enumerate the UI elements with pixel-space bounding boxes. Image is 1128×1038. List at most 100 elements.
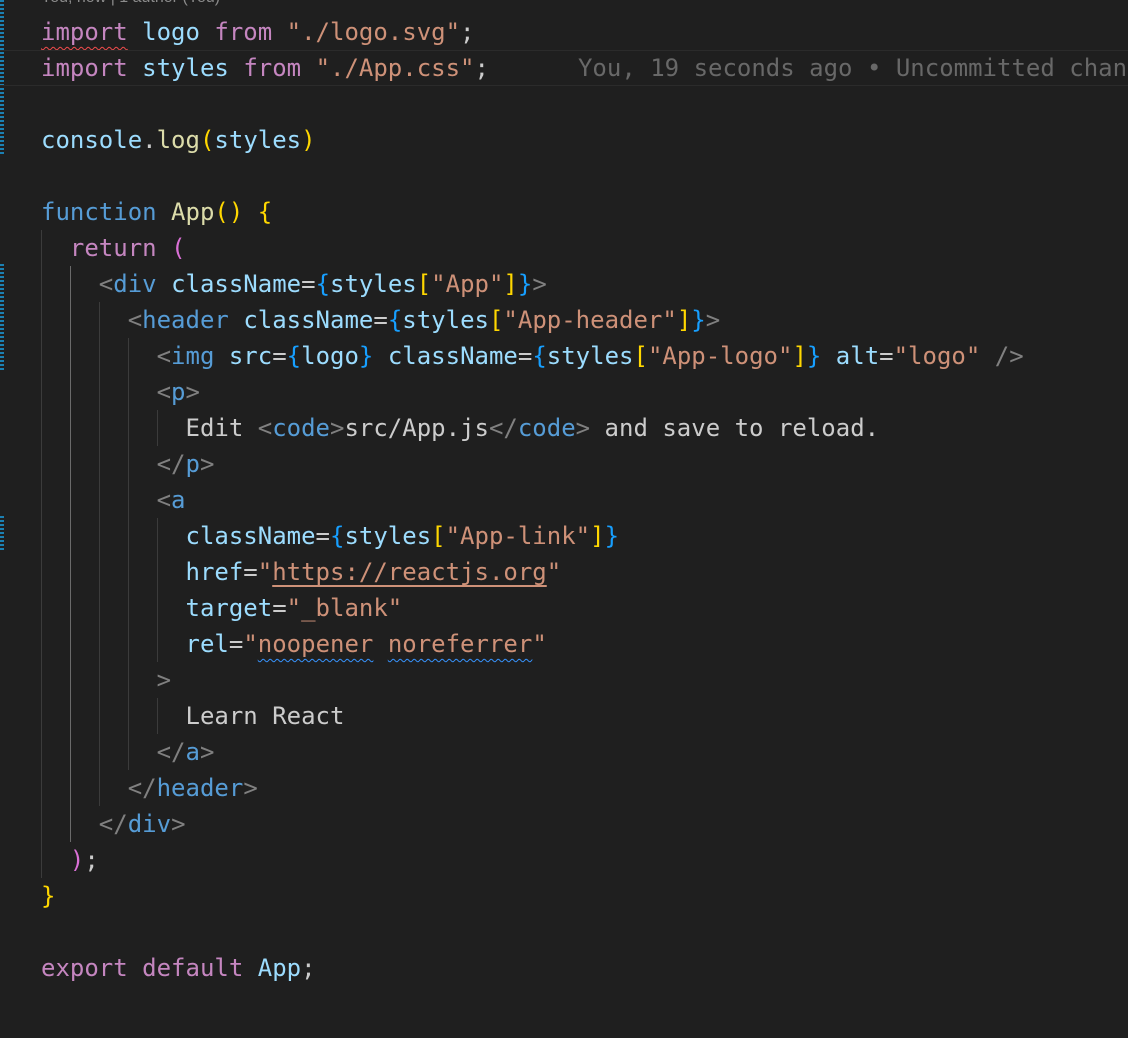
tag-name: header <box>142 306 229 334</box>
jsx-text: Learn React <box>185 702 345 730</box>
tag-name: div <box>113 270 157 298</box>
code-line-14[interactable]: <a <box>0 482 1128 518</box>
string: " <box>257 558 273 586</box>
attribute-name: src <box>228 342 273 370</box>
string: " <box>243 630 258 658</box>
code-line-16[interactable]: href="https://reactjs.org" <box>0 554 1128 590</box>
code-line-10[interactable]: <img src={logo} className={styles["App-l… <box>0 338 1128 374</box>
operator: = <box>373 306 388 334</box>
operator: = <box>879 342 894 370</box>
string: "logo" <box>893 342 981 370</box>
punctuation: ; <box>474 54 489 82</box>
tag-bracket: </ <box>488 414 518 442</box>
tag-bracket: /> <box>994 342 1024 370</box>
punctuation: ; <box>84 846 99 874</box>
identifier: styles <box>142 54 229 82</box>
git-blame-annotation[interactable]: You, 19 seconds ago • Uncommitted change… <box>578 54 1128 82</box>
code-line-15[interactable]: className={styles["App-link"]} <box>0 518 1128 554</box>
jsx-text: Edit <box>185 414 258 442</box>
code-line-24[interactable]: ); <box>0 842 1128 878</box>
code-line-11[interactable]: <p> <box>0 374 1128 410</box>
code-line-22[interactable]: </header> <box>0 770 1128 806</box>
tag-bracket: < <box>127 306 143 334</box>
bracket: ] <box>590 522 605 550</box>
bracket: } <box>806 342 822 370</box>
identifier: logo <box>142 18 200 46</box>
bracket: ] <box>503 270 518 298</box>
bracket: } <box>691 306 706 334</box>
code-line-21[interactable]: </a> <box>0 734 1128 770</box>
bracket: { <box>315 270 331 298</box>
bracket: } <box>517 270 533 298</box>
code-line-7[interactable]: return ( <box>0 230 1128 266</box>
attribute-name: className <box>171 270 302 298</box>
code-line-9[interactable]: <header className={styles["App-header"]}… <box>0 302 1128 338</box>
keyword: from <box>214 18 273 46</box>
code-line-13[interactable]: </p> <box>0 446 1128 482</box>
punctuation: ; <box>301 954 316 982</box>
tag-name: code <box>517 414 576 442</box>
tag-name: code <box>272 414 330 442</box>
code-line-27[interactable]: export default App; <box>0 950 1128 986</box>
tag-bracket: > <box>575 414 591 442</box>
bracket: ] <box>676 306 692 334</box>
operator: = <box>243 558 258 586</box>
keyword: export <box>41 954 128 982</box>
attribute-name: target <box>185 594 273 622</box>
tag-bracket: </ <box>98 810 128 838</box>
code-line-17[interactable]: target="_blank" <box>0 590 1128 626</box>
keyword: import <box>41 54 128 82</box>
identifier: styles <box>402 306 489 334</box>
code-line-20[interactable]: Learn React <box>0 698 1128 734</box>
tag-bracket: < <box>156 486 172 514</box>
string: "App-header" <box>503 306 677 334</box>
code-line-23[interactable]: </div> <box>0 806 1128 842</box>
function-name: App <box>171 198 215 226</box>
spelling-squiggle[interactable]: noopener <box>258 630 374 658</box>
string: " <box>532 630 547 658</box>
bracket: [ <box>416 270 432 298</box>
operator: = <box>272 342 287 370</box>
tag-bracket: < <box>257 414 273 442</box>
code-line-6[interactable]: function App() { <box>0 194 1128 230</box>
function-name: log <box>156 126 200 154</box>
tag-bracket: </ <box>156 450 186 478</box>
code-line-25[interactable]: } <box>0 878 1128 914</box>
bracket: { <box>257 198 273 226</box>
code-line-1[interactable]: import logo from "./logo.svg"; <box>0 14 1128 50</box>
bracket: { <box>387 306 403 334</box>
keyword: return <box>69 234 157 262</box>
bracket: { <box>532 342 547 370</box>
identifier: styles <box>546 342 634 370</box>
bracket: { <box>286 342 302 370</box>
spelling-squiggle[interactable]: noreferrer <box>388 630 533 658</box>
attribute-name: rel <box>185 630 229 658</box>
code-line-18[interactable]: rel="noopener noreferrer" <box>0 626 1128 662</box>
git-codelens[interactable]: You, now | 1 author (You) <box>41 0 220 8</box>
bracket: ) <box>301 126 316 154</box>
tag-bracket: < <box>156 378 172 406</box>
bracket: { <box>330 522 345 550</box>
url-link[interactable]: https://reactjs.org <box>272 558 547 586</box>
code-line-2-current[interactable]: import styles from "./App.css"; You, 19 s… <box>0 50 1128 86</box>
tag-bracket: > <box>185 378 200 406</box>
tag-name: img <box>171 342 215 370</box>
tag-bracket: > <box>532 270 547 298</box>
string: "App-link" <box>445 522 591 550</box>
identifier: styles <box>214 126 302 154</box>
tag-bracket: > <box>156 666 172 694</box>
code-line-19[interactable]: > <box>0 662 1128 698</box>
attribute-name: alt <box>835 342 880 370</box>
tag-bracket: < <box>156 342 172 370</box>
code-line-8[interactable]: <div className={styles["App"]}> <box>0 266 1128 302</box>
string: "./App.css" <box>315 54 475 82</box>
code-editor[interactable]: You, now | 1 author (You) import logo fr… <box>0 0 1128 1038</box>
bracket: [ <box>431 522 446 550</box>
code-line-4[interactable]: console.log(styles) <box>0 122 1128 158</box>
bracket: [ <box>488 306 504 334</box>
code-line-12[interactable]: Edit <code>src/App.js</code> and save to… <box>0 410 1128 446</box>
tag-bracket: > <box>330 414 345 442</box>
keyword: default <box>142 954 244 982</box>
bracket: ( <box>199 126 215 154</box>
tag-bracket: < <box>98 270 114 298</box>
